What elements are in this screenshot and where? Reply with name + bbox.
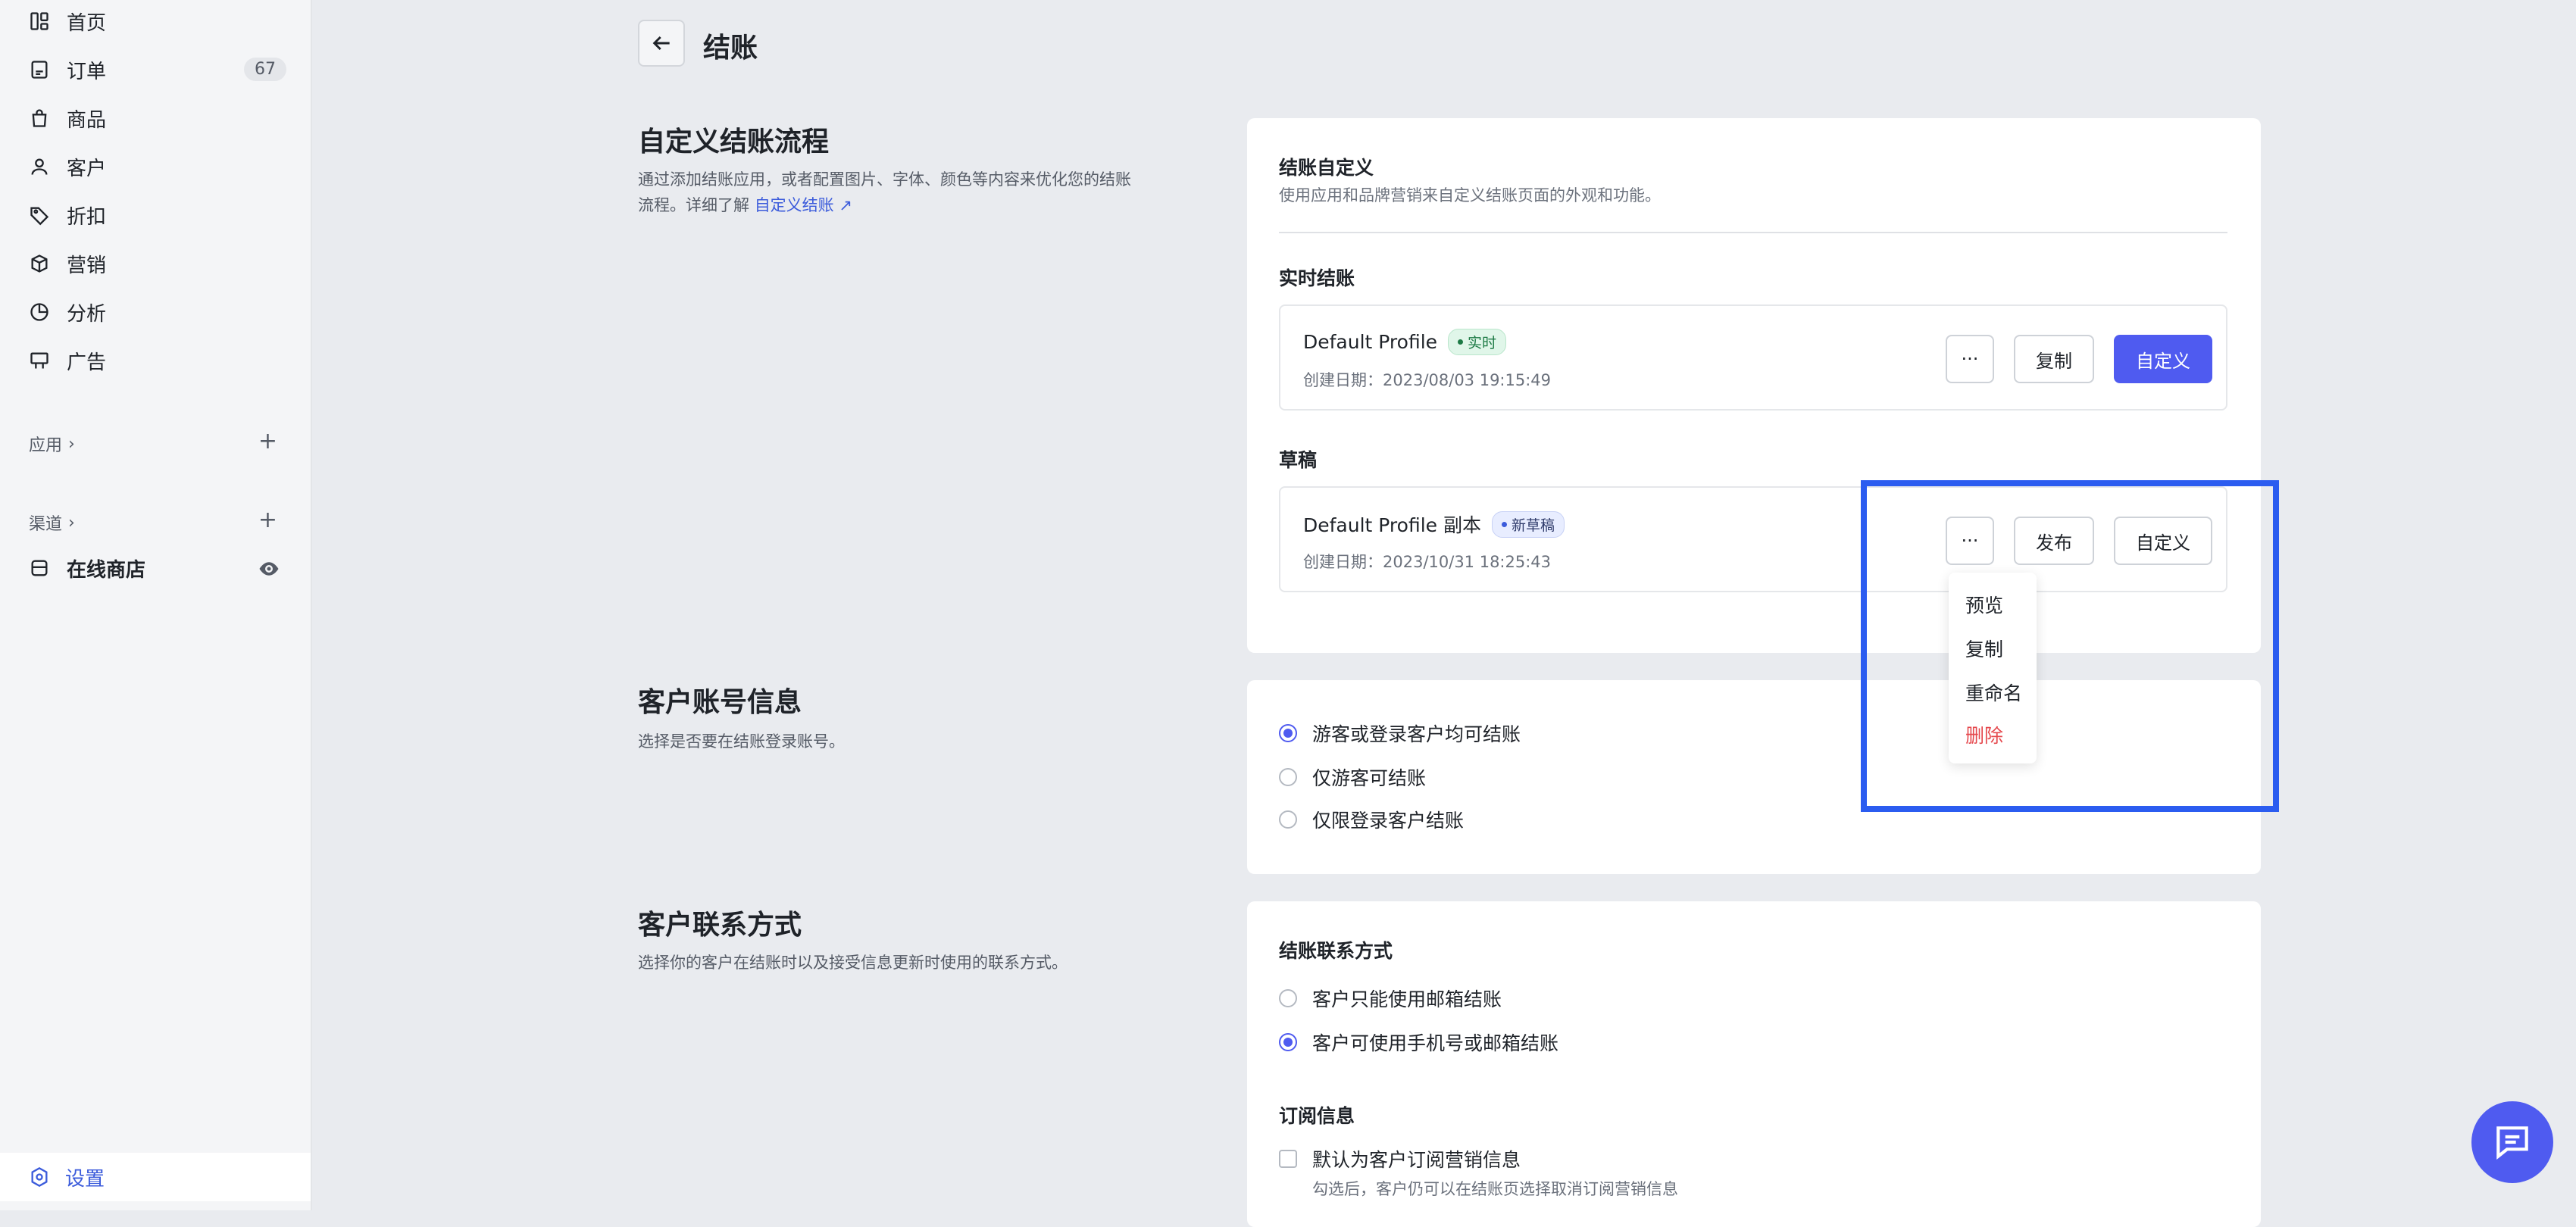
add-channel-plus-icon[interactable]: + [258, 509, 277, 532]
divider [1279, 232, 2227, 233]
sidebar-item-online-store[interactable]: 在线商店 [29, 548, 286, 588]
external-link-icon: ↗ [839, 196, 852, 214]
option-label: 客户可使用手机号或邮箱结账 [1312, 1032, 1559, 1054]
sidebar-item-ads[interactable]: 广告 [29, 341, 286, 380]
live-customize-button[interactable]: 自定义 [2114, 335, 2212, 383]
sidebar-item-label: 在线商店 [67, 558, 146, 582]
chevron-right-icon: › [68, 513, 75, 532]
card-title: 结账自定义 [1279, 157, 1374, 179]
back-button[interactable] [638, 20, 685, 67]
live-status-badge: 实时 [1448, 329, 1507, 355]
account-option-guest-only[interactable]: 仅游客可结账 [1279, 763, 1426, 791]
option-label: 仅游客可结账 [1312, 767, 1427, 789]
bag-icon [29, 108, 50, 129]
option-label: 客户只能使用邮箱结账 [1312, 988, 1502, 1010]
arrow-left-icon [652, 36, 670, 51]
customize-checkout-link[interactable]: 自定义结账 [755, 196, 834, 214]
sidebar-item-label: 客户 [67, 157, 107, 180]
contact-section-title: 客户联系方式 [638, 910, 802, 941]
radio-checked[interactable] [1279, 1033, 1297, 1051]
subscribe-option[interactable]: 默认为客户订阅营销信息 [1279, 1145, 1521, 1172]
profile-name-wrap: Default Profile 实时 [1303, 329, 1507, 355]
account-section-title: 客户账号信息 [638, 687, 802, 718]
sidebar-item-label: 商品 [67, 108, 107, 132]
subscribe-checkbox[interactable] [1279, 1150, 1297, 1168]
contact-section-desc: 选择你的客户在结账时以及接受信息更新时使用的联系方式。 [638, 954, 1068, 972]
radio-unchecked[interactable] [1279, 768, 1297, 786]
subscribe-title: 订阅信息 [1279, 1105, 1355, 1127]
sidebar-item-discounts[interactable]: 折扣 [29, 195, 286, 235]
sidebar-item-label: 广告 [67, 351, 107, 374]
checkout-section-desc: 通过添加结账应用，或者配置图片、字体、颜色等内容来优化您的结账 流程。详细了解 … [638, 167, 1153, 218]
draft-label: 草稿 [1279, 449, 1318, 471]
live-profile-row: Default Profile 实时 创建日期：2023/08/03 19:15… [1279, 304, 2227, 411]
user-icon [29, 156, 50, 177]
subscribe-hint: 勾选后，客户仍可以在结账页选择取消订阅营销信息 [1312, 1180, 1678, 1198]
option-label: 默认为客户订阅营销信息 [1312, 1149, 1521, 1171]
store-icon [29, 557, 50, 579]
eye-icon[interactable] [258, 557, 280, 583]
profile-name: Default Profile [1303, 331, 1438, 353]
sidebar-item-settings[interactable]: 设置 [0, 1153, 311, 1201]
checkout-section-title: 自定义结账流程 [638, 126, 830, 158]
profile-name: Default Profile 副本 [1303, 514, 1481, 536]
box-icon [29, 253, 50, 274]
sidebar-item-analytics[interactable]: 分析 [29, 292, 286, 332]
profile-date: 创建日期：2023/10/31 18:25:43 [1303, 553, 1552, 571]
highlight-box [1861, 480, 2279, 812]
home-grid-icon [29, 11, 50, 32]
radio-unchecked[interactable] [1279, 989, 1297, 1007]
apps-section-toggle[interactable]: 应用 › [29, 432, 75, 456]
sidebar-item-label: 首页 [67, 11, 107, 35]
account-section-desc: 选择是否要在结账登录账号。 [638, 732, 845, 751]
desc-text: 流程。详细了解 [638, 196, 749, 214]
contact-option-email-only[interactable]: 客户只能使用邮箱结账 [1279, 985, 1502, 1012]
radio-checked[interactable] [1279, 724, 1297, 742]
sidebar-item-label: 订单 [67, 60, 107, 83]
desc-line: 流程。详细了解 自定义结账 ↗ [638, 192, 1153, 218]
option-label: 游客或登录客户均可结账 [1312, 723, 1521, 745]
chat-icon [2496, 1126, 2528, 1160]
account-option-login-only[interactable]: 仅限登录客户结账 [1279, 806, 1464, 833]
badge-text: 新草稿 [1511, 517, 1555, 534]
chevron-right-icon: › [68, 434, 75, 454]
channels-section-toggle[interactable]: 渠道 › [29, 510, 75, 535]
radio-unchecked[interactable] [1279, 810, 1297, 829]
profile-name-wrap: Default Profile 副本 新草稿 [1303, 510, 1565, 538]
live-more-button[interactable]: ··· [1946, 335, 1994, 383]
account-option-guest-or-login[interactable]: 游客或登录客户均可结账 [1279, 720, 1521, 747]
sidebar-item-label: 折扣 [67, 205, 107, 229]
card-subtitle: 使用应用和品牌营销来自定义结账页面的外观和功能。 [1279, 186, 1661, 204]
gear-icon [29, 1166, 50, 1188]
sidebar-item-products[interactable]: 商品 [29, 98, 286, 138]
sidebar-item-label: 分析 [67, 302, 107, 326]
order-icon [29, 59, 50, 80]
live-checkout-label: 实时结账 [1279, 267, 1355, 289]
contact-card: 结账联系方式 客户只能使用邮箱结账 客户可使用手机号或邮箱结账 订阅信息 默认为… [1247, 901, 2261, 1227]
sidebar-item-customers[interactable]: 客户 [29, 147, 286, 186]
sidebar-item-label: 设置 [65, 1167, 105, 1191]
apps-label: 应用 [29, 436, 63, 455]
sidebar-item-label: 营销 [67, 254, 107, 277]
billboard-icon [29, 350, 50, 371]
chat-button[interactable] [2471, 1101, 2553, 1183]
add-app-plus-icon[interactable]: + [258, 430, 277, 453]
tag-icon [29, 204, 50, 226]
profile-date: 创建日期：2023/08/03 19:15:49 [1303, 371, 1552, 389]
draft-status-badge: 新草稿 [1491, 510, 1565, 538]
option-label: 仅限登录客户结账 [1312, 810, 1465, 832]
sidebar-item-marketing[interactable]: 营销 [29, 244, 286, 283]
channels-label: 渠道 [29, 515, 63, 534]
contact-option-phone-or-email[interactable]: 客户可使用手机号或邮箱结账 [1279, 1029, 1558, 1056]
contact-card-title: 结账联系方式 [1279, 940, 1393, 962]
live-copy-button[interactable]: 复制 [2014, 335, 2094, 383]
sidebar-item-home[interactable]: 首页 [29, 2, 286, 41]
sidebar: 首页 订单 67 商品 客户 折扣 营销 分析 广告 应用 › + 渠道 › +… [0, 0, 312, 1210]
badge-text: 实时 [1468, 335, 1497, 351]
desc-line: 通过添加结账应用，或者配置图片、字体、颜色等内容来优化您的结账 [638, 170, 1131, 189]
page-title: 结账 [703, 33, 758, 64]
orders-count-badge: 67 [244, 58, 286, 81]
pie-icon [29, 301, 50, 323]
sidebar-item-orders[interactable]: 订单 67 [29, 50, 286, 89]
